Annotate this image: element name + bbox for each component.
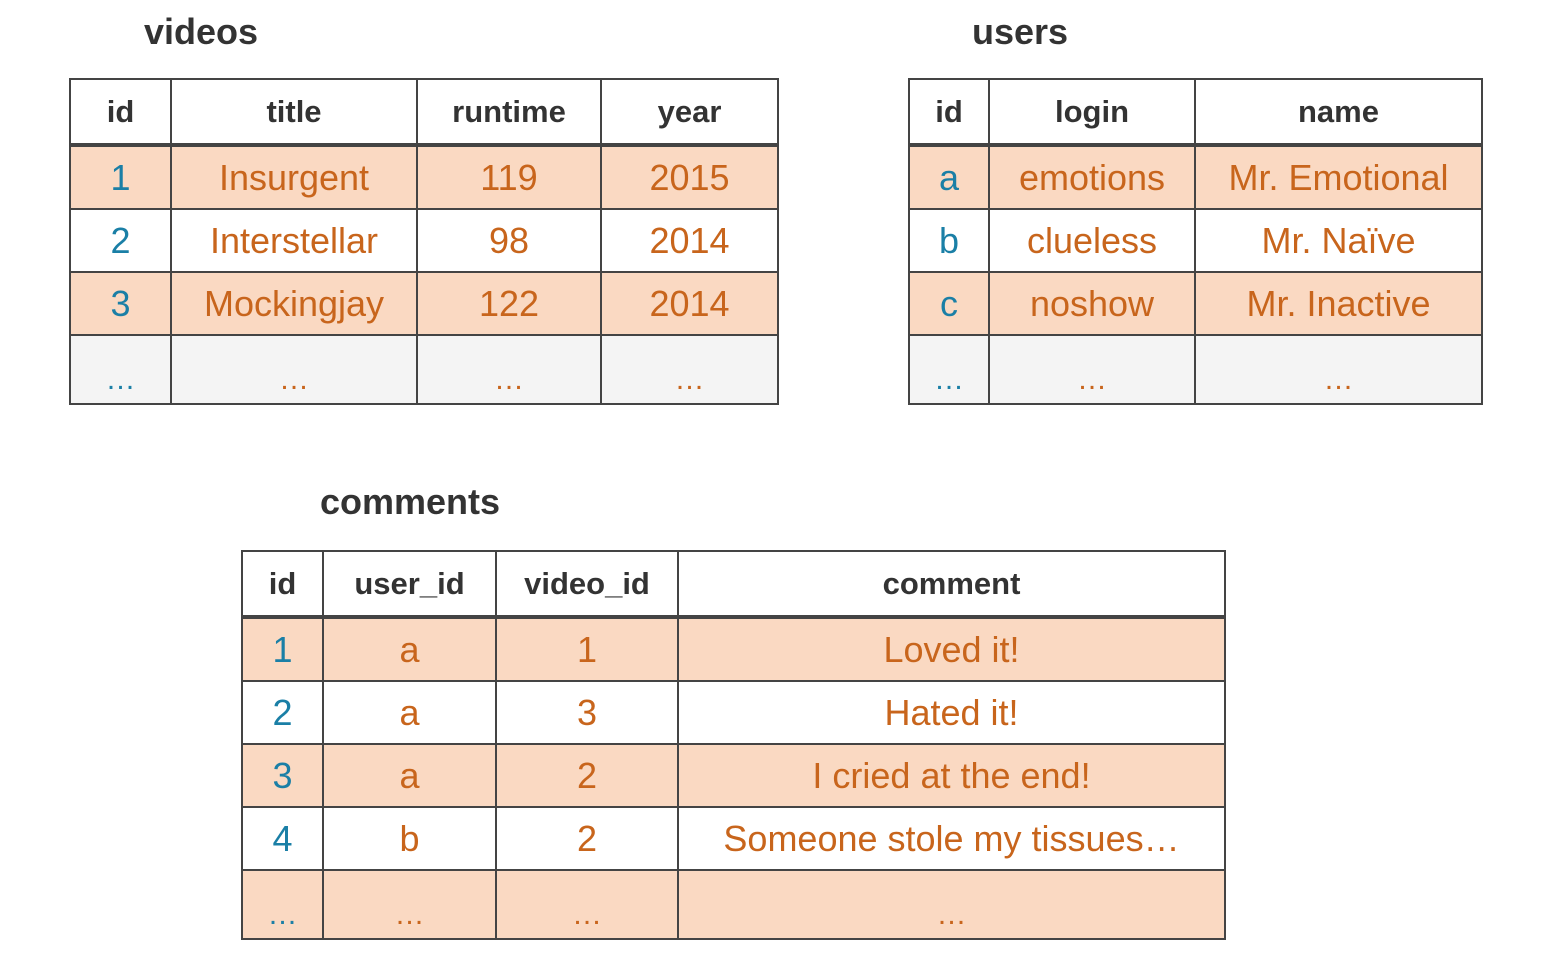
cell-comment: Loved it!: [677, 616, 1226, 682]
videos-table-title: videos: [144, 11, 259, 52]
cell-year: 2015: [600, 144, 779, 210]
cell-video-id: 3: [495, 680, 679, 745]
cell-comment: …: [677, 869, 1226, 940]
cell-title: Insurgent: [170, 144, 418, 210]
cell-user-id: a: [322, 743, 497, 808]
column-header-comment: comment: [677, 550, 1226, 619]
table-row: 2 a 3 Hated it!: [241, 680, 1226, 745]
cell-id: 1: [69, 144, 172, 210]
column-header-title: title: [170, 78, 418, 147]
cell-id: …: [908, 334, 990, 405]
table-row-ellipsis: … … … …: [69, 334, 779, 405]
column-header-video-id: video_id: [495, 550, 679, 619]
table-row-ellipsis: … … …: [908, 334, 1483, 405]
cell-year: 2014: [600, 208, 779, 273]
cell-login: noshow: [988, 271, 1196, 336]
cell-user-id: a: [322, 680, 497, 745]
table-row: 1 a 1 Loved it!: [241, 616, 1226, 682]
cell-video-id: …: [495, 869, 679, 940]
cell-login: clueless: [988, 208, 1196, 273]
cell-video-id: 1: [495, 616, 679, 682]
cell-runtime: 122: [416, 271, 602, 336]
videos-table: id title runtime year 1 Insurgent 119 20…: [69, 78, 779, 405]
cell-user-id: b: [322, 806, 497, 871]
cell-login: …: [988, 334, 1196, 405]
cell-comment: I cried at the end!: [677, 743, 1226, 808]
table-row: 1 Insurgent 119 2015: [69, 144, 779, 210]
cell-title: Mockingjay: [170, 271, 418, 336]
cell-id: 3: [241, 743, 324, 808]
cell-id: 1: [241, 616, 324, 682]
table-header-row: id login name: [908, 78, 1483, 147]
column-header-name: name: [1194, 78, 1483, 147]
cell-name: Mr. Naïve: [1194, 208, 1483, 273]
table-header-row: id title runtime year: [69, 78, 779, 147]
column-header-login: login: [988, 78, 1196, 147]
table-row: c noshow Mr. Inactive: [908, 271, 1483, 336]
column-header-id: id: [908, 78, 990, 147]
column-header-user-id: user_id: [322, 550, 497, 619]
cell-runtime: 119: [416, 144, 602, 210]
column-header-id: id: [69, 78, 172, 147]
cell-login: emotions: [988, 144, 1196, 210]
cell-id: a: [908, 144, 990, 210]
cell-user-id: …: [322, 869, 497, 940]
comments-table-title: comments: [320, 481, 501, 522]
cell-video-id: 2: [495, 743, 679, 808]
cell-id: 4: [241, 806, 324, 871]
table-row: a emotions Mr. Emotional: [908, 144, 1483, 210]
table-row: 3 a 2 I cried at the end!: [241, 743, 1226, 808]
cell-name: Mr. Inactive: [1194, 271, 1483, 336]
cell-title: …: [170, 334, 418, 405]
comments-table: id user_id video_id comment 1 a 1 Loved …: [241, 550, 1226, 940]
cell-comment: Someone stole my tissues…: [677, 806, 1226, 871]
cell-id: c: [908, 271, 990, 336]
table-row: 3 Mockingjay 122 2014: [69, 271, 779, 336]
cell-name: …: [1194, 334, 1483, 405]
cell-title: Interstellar: [170, 208, 418, 273]
cell-id: b: [908, 208, 990, 273]
cell-id: 2: [69, 208, 172, 273]
cell-runtime: 98: [416, 208, 602, 273]
cell-year: 2014: [600, 271, 779, 336]
cell-user-id: a: [322, 616, 497, 682]
cell-comment: Hated it!: [677, 680, 1226, 745]
users-table-title: users: [972, 11, 1069, 52]
cell-id: 2: [241, 680, 324, 745]
cell-id: …: [69, 334, 172, 405]
table-header-row: id user_id video_id comment: [241, 550, 1226, 619]
column-header-runtime: runtime: [416, 78, 602, 147]
cell-year: …: [600, 334, 779, 405]
cell-runtime: …: [416, 334, 602, 405]
users-table: id login name a emotions Mr. Emotional b…: [908, 78, 1483, 405]
cell-video-id: 2: [495, 806, 679, 871]
table-row-ellipsis: … … … …: [241, 869, 1226, 940]
cell-name: Mr. Emotional: [1194, 144, 1483, 210]
cell-id: 3: [69, 271, 172, 336]
column-header-year: year: [600, 78, 779, 147]
table-row: 4 b 2 Someone stole my tissues…: [241, 806, 1226, 871]
cell-id: …: [241, 869, 324, 940]
column-header-id: id: [241, 550, 324, 619]
table-row: b clueless Mr. Naïve: [908, 208, 1483, 273]
table-row: 2 Interstellar 98 2014: [69, 208, 779, 273]
